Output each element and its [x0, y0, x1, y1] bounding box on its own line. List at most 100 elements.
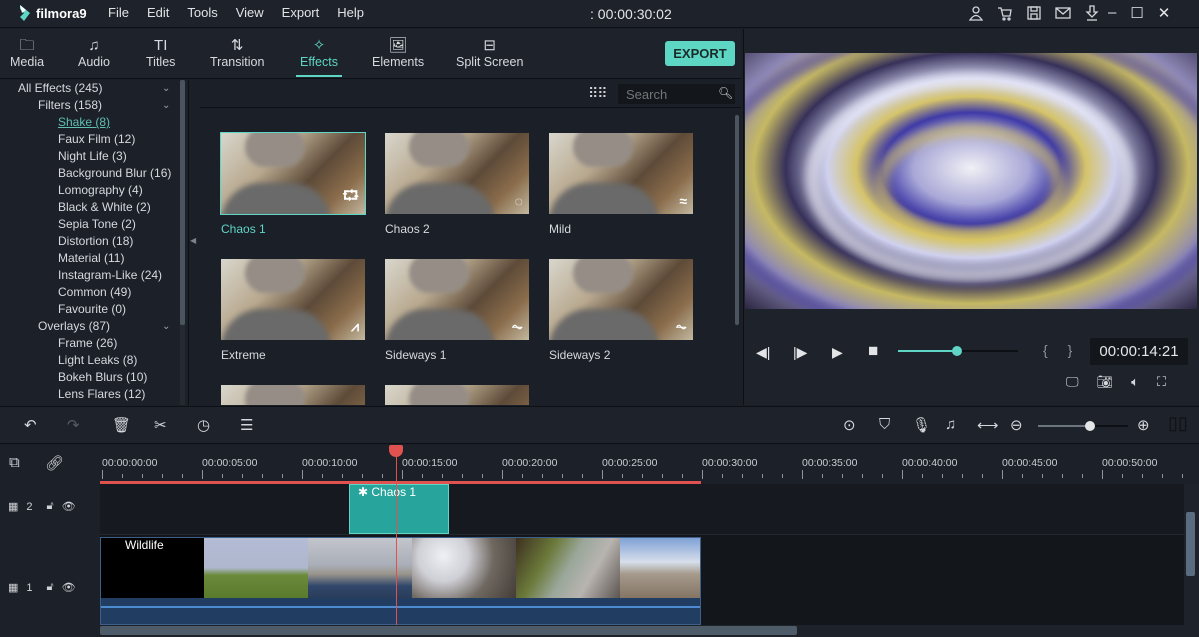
menu-edit[interactable]: Edit [147, 5, 169, 20]
ruler-tick [1042, 474, 1043, 478]
search-icon[interactable]: 🔍︎ [718, 86, 733, 100]
menu-view[interactable]: View [236, 5, 264, 20]
ruler-tick [882, 474, 883, 478]
close-button[interactable]: ✕ [1158, 4, 1171, 22]
timeline-hscrollbar[interactable] [100, 626, 797, 635]
sidebar-item[interactable]: All Effects (245) [18, 81, 102, 95]
menu-file[interactable]: File [108, 5, 129, 20]
menu-export[interactable]: Export [282, 5, 320, 20]
audio-mixer-icon[interactable]: ♫ [945, 416, 956, 433]
sidebar-item[interactable]: Night Life (3) [58, 149, 127, 163]
minimize-button[interactable]: – [1108, 4, 1116, 22]
marker-icon[interactable]: ⛉ [879, 416, 890, 433]
chevron-down-icon[interactable]: ⌄ [162, 100, 170, 111]
tab-titles[interactable]: TI Titles [146, 37, 175, 69]
effect-clip[interactable]: ✱ Chaos 1 [349, 484, 449, 534]
sidebar-item[interactable]: Faux Film (12) [58, 132, 135, 146]
effect-card[interactable]: ◌ Chaos 2 [385, 133, 529, 236]
ruler-tick [822, 474, 823, 478]
tab-effects[interactable]: ✧ Effects [296, 37, 342, 77]
chevron-down-icon[interactable]: ⌄ [162, 321, 170, 332]
track-headers [0, 445, 100, 637]
stop-button[interactable]: ■ [868, 341, 878, 361]
tab-transition[interactable]: ⇅ Transition [210, 37, 264, 69]
delete-icon[interactable]: 🗑︎ [112, 416, 131, 434]
sidebar-item[interactable]: Background Blur (16) [58, 166, 171, 180]
download-icon[interactable] [1084, 5, 1100, 21]
grid-view-icon[interactable]: ⠿⠿ [588, 85, 607, 102]
fullscreen-icon[interactable]: ⛶ [1157, 374, 1166, 390]
effect-card[interactable]: ⏦ Sideways 1 [385, 259, 529, 362]
menu-tools[interactable]: Tools [187, 5, 217, 20]
previous-frame-button[interactable]: ◀| [756, 344, 770, 361]
zoom-in-icon[interactable]: ⊕ [1137, 416, 1150, 434]
sidebar-item[interactable]: Light Leaks (8) [58, 353, 137, 367]
snapshot-camera-icon[interactable]: 📷︎ [1097, 374, 1114, 390]
add-track-icon[interactable]: ⧉ [9, 454, 20, 471]
sidebar-item[interactable]: Lomography (4) [58, 183, 143, 197]
collapse-sidebar-icon[interactable]: ◀ [190, 236, 196, 245]
account-icon[interactable] [968, 5, 984, 21]
effect-thumbnail: ⏦ [385, 259, 529, 340]
tab-audio[interactable]: ♫ Audio [78, 37, 110, 69]
sidebar-item[interactable]: Filters (158) [38, 98, 102, 112]
effect-card[interactable]: ⮔ Chaos 1 [220, 132, 366, 236]
tab-split-screen[interactable]: ⊟ Split Screen [456, 37, 523, 69]
panel-layout-icon[interactable]: ▯▯ [1168, 413, 1188, 434]
title-clip[interactable]: Wildlife [101, 538, 204, 598]
tab-elements[interactable]: 🖼 Elements [372, 37, 424, 69]
sidebar-item[interactable]: Shake (8) [58, 115, 110, 129]
play-button[interactable]: ▶ [832, 344, 843, 361]
lock-icon[interactable]: 🔓︎ [47, 581, 54, 594]
maximize-button[interactable]: ☐ [1130, 4, 1143, 22]
adjust-icon[interactable]: ☰ [240, 416, 253, 434]
effect-card[interactable]: ⩘ Extreme [221, 259, 365, 362]
sidebar-item[interactable]: Sepia Tone (2) [58, 217, 136, 231]
sidebar-item[interactable]: Overlays (87) [38, 319, 110, 333]
save-icon[interactable] [1026, 5, 1042, 21]
effect-card[interactable]: ⏦ Sideways 2 [549, 259, 693, 362]
filmora-logo-icon [20, 5, 30, 21]
tab-media[interactable]: 🗀 Media [10, 37, 44, 69]
sidebar-item[interactable]: Lens Flares (12) [58, 387, 145, 401]
sidebar-scrollbar[interactable] [180, 80, 185, 325]
sidebar-item[interactable]: Frame (26) [58, 336, 117, 350]
sidebar-item[interactable]: Black & White (2) [58, 200, 151, 214]
zoom-out-icon[interactable]: ⊖ [1010, 416, 1023, 434]
display-settings-icon[interactable]: 🖵 [1066, 374, 1079, 390]
chevron-down-icon[interactable]: ⌄ [162, 83, 170, 94]
sidebar-item[interactable]: Bokeh Blurs (10) [58, 370, 147, 384]
export-button[interactable]: EXPORT [665, 41, 735, 66]
undo-icon[interactable]: ↶ [24, 416, 37, 434]
ruler-tick [302, 470, 303, 479]
sidebar-item[interactable]: Distortion (18) [58, 234, 133, 248]
speed-clock-icon[interactable]: ◷ [197, 416, 210, 434]
effect-card[interactable] [385, 385, 529, 405]
link-icon[interactable]: 🔗︎ [45, 454, 64, 472]
timeline-vscrollbar[interactable] [1186, 512, 1195, 576]
menu-help[interactable]: Help [337, 5, 364, 20]
sidebar-item[interactable]: Common (49) [58, 285, 131, 299]
cut-icon[interactable]: ✂ [154, 416, 167, 434]
transition-icon: ⇅ [230, 37, 244, 54]
sidebar-item[interactable]: Instagram-Like (24) [58, 268, 162, 282]
ruler-tick [1002, 470, 1003, 479]
mark-in-out-buttons[interactable]: { } [1043, 342, 1080, 358]
render-preview-icon[interactable]: ⊙ [843, 416, 856, 434]
effect-card[interactable]: ≈ Mild [549, 133, 693, 236]
visibility-eye-icon[interactable]: 👁︎ [62, 500, 76, 513]
cart-icon[interactable] [997, 5, 1013, 21]
redo-icon[interactable]: ↷ [67, 416, 80, 434]
lock-icon[interactable]: 🔓︎ [47, 500, 54, 513]
microphone-icon[interactable]: 🎙︎ [912, 416, 931, 434]
volume-icon[interactable]: 🔈︎ [1131, 374, 1139, 390]
fit-timeline-icon[interactable]: ⟷ [977, 416, 999, 434]
next-frame-button[interactable]: |▶ [793, 344, 807, 361]
visibility-eye-icon[interactable]: 👁︎ [62, 581, 76, 594]
sidebar-item[interactable]: Material (11) [58, 251, 124, 265]
effect-card[interactable] [221, 385, 365, 405]
seek-handle[interactable] [951, 346, 962, 356]
effects-scrollbar[interactable] [735, 115, 739, 325]
mail-icon[interactable] [1055, 5, 1071, 21]
sidebar-item[interactable]: Favourite (0) [58, 302, 126, 316]
